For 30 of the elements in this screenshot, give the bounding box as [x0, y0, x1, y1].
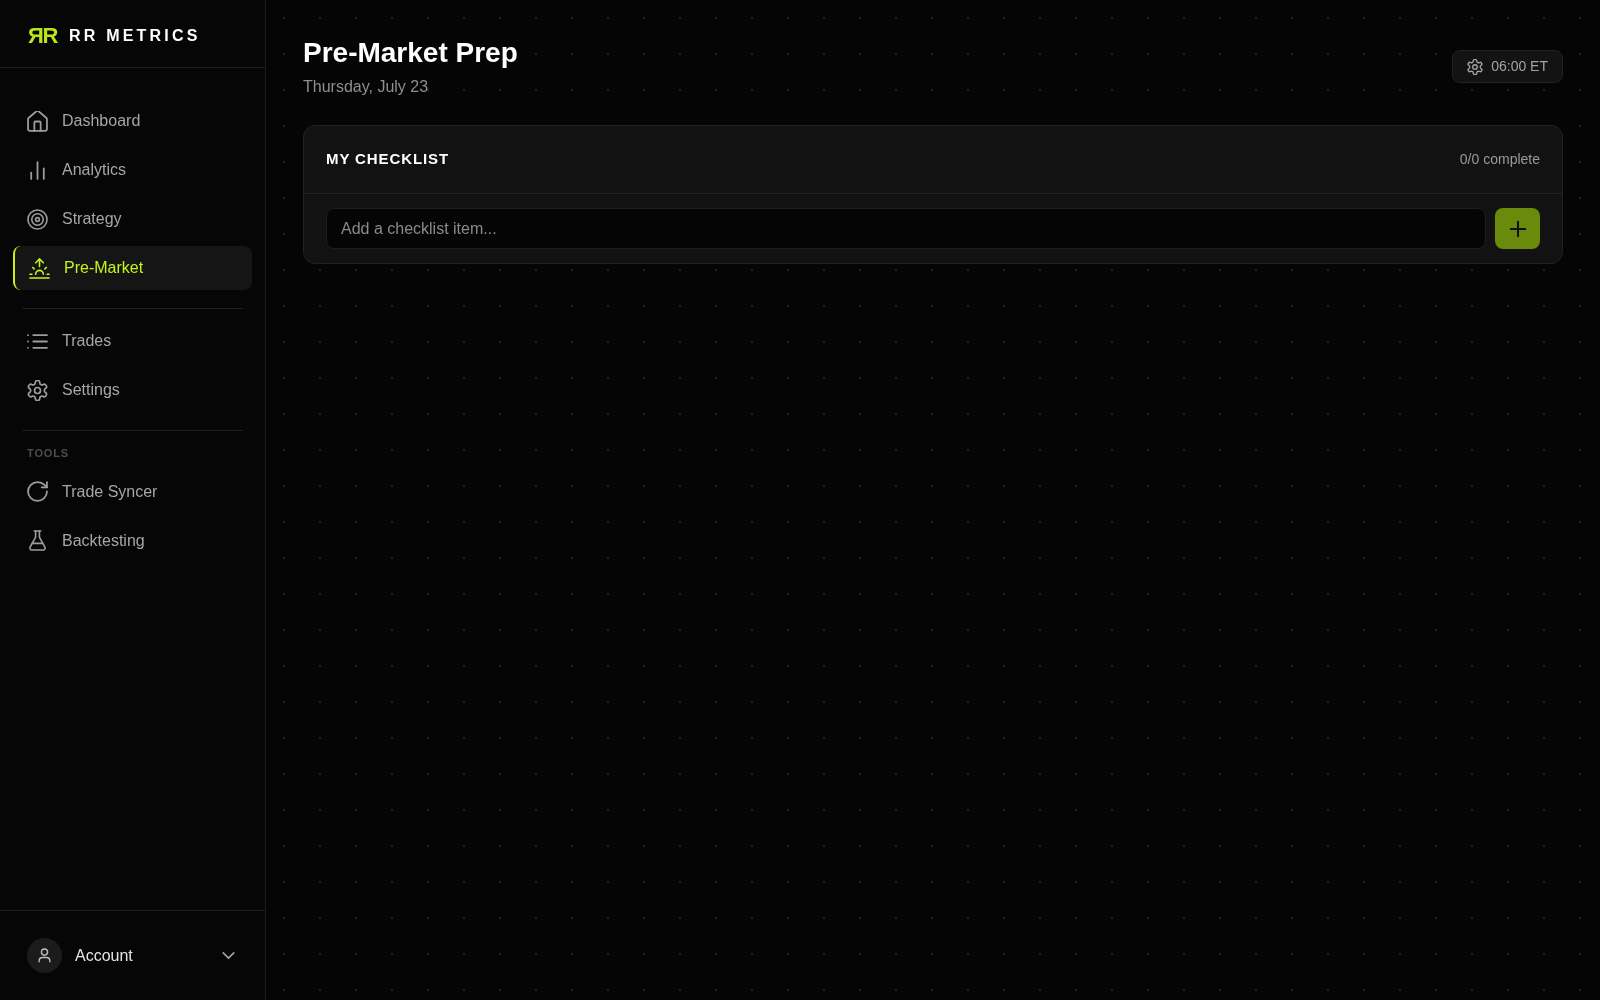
- nav-item[interactable]: Pre-Market: [13, 246, 252, 290]
- nav-item[interactable]: Settings: [13, 368, 252, 412]
- add-button[interactable]: [1495, 208, 1540, 249]
- house-icon: [27, 110, 48, 132]
- settings-icon: [1467, 58, 1484, 75]
- logo-mark: ЯR: [28, 25, 58, 47]
- nav-item[interactable]: Dashboard: [13, 99, 252, 143]
- page-title: Pre-Market Prep: [303, 36, 518, 70]
- refresh-icon: [27, 481, 48, 502]
- progress-text: 0/0 complete: [1459, 150, 1540, 169]
- section-heading: TOOLS: [27, 446, 70, 461]
- nav-item[interactable]: Trades: [13, 319, 252, 363]
- target-icon: [27, 208, 48, 230]
- nav-item[interactable]: Analytics: [13, 148, 252, 192]
- plus-icon: [1509, 220, 1526, 237]
- flask-icon: [27, 530, 48, 551]
- sunrise-icon: [29, 257, 50, 279]
- nav-item[interactable]: Strategy: [13, 197, 252, 241]
- time-button[interactable]: 06:00 ET: [1452, 50, 1563, 83]
- nav-item[interactable]: Trade Syncer: [13, 469, 252, 514]
- settings-icon: [27, 379, 48, 401]
- nav-item[interactable]: Backtesting: [13, 518, 252, 563]
- user-avatar-icon: [27, 938, 62, 973]
- checklist-input-field[interactable]: Add a checklist item...: [326, 208, 1486, 249]
- page-date: Thursday, July 23: [303, 77, 430, 97]
- brand-name: RR METRICS: [69, 26, 201, 46]
- account-button[interactable]: Account: [27, 938, 238, 973]
- card-title: MY CHECKLIST: [326, 149, 450, 170]
- bar-chart-icon: [27, 159, 48, 181]
- chevron-down-icon: [222, 952, 235, 959]
